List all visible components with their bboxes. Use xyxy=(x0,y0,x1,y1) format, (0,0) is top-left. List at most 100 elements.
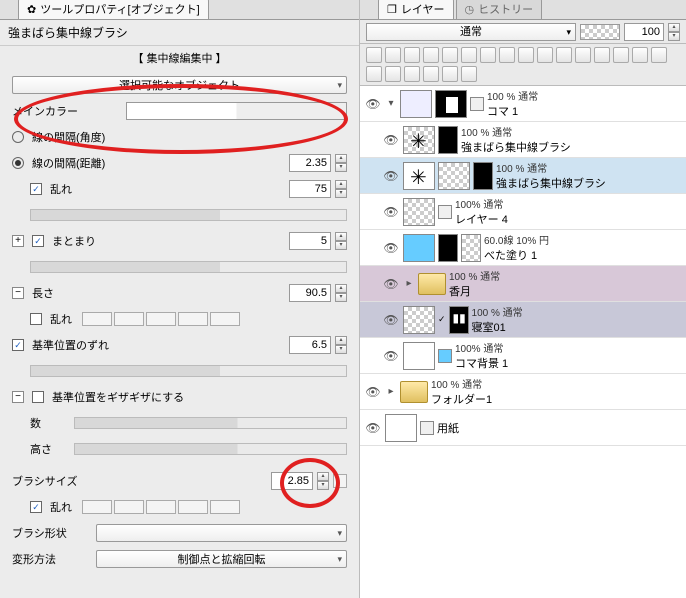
layer-thumbnail xyxy=(385,414,417,442)
fold-toggle[interactable]: ▸ xyxy=(385,386,397,397)
gap-dist-spinner[interactable]: ▴▾ xyxy=(335,154,347,172)
brush-preset[interactable] xyxy=(178,500,208,514)
toolbar-icon[interactable] xyxy=(461,47,477,63)
toolbar-icon[interactable] xyxy=(404,66,420,82)
frame-icon xyxy=(470,97,484,111)
tab-history[interactable]: ◷ ヒストリー xyxy=(456,0,543,19)
brush-size-value[interactable]: 2.85 xyxy=(271,472,313,490)
basepos-value[interactable]: 6.5 xyxy=(289,336,331,354)
length-spinner[interactable]: ▴▾ xyxy=(335,284,347,302)
trash-icon[interactable] xyxy=(461,66,477,82)
toolbar-icon[interactable] xyxy=(594,47,610,63)
midare1-spinner[interactable]: ▴▾ xyxy=(335,180,347,198)
toolbar-icon[interactable] xyxy=(537,47,553,63)
layer-row[interactable]: 👁 100 % 通常強まばら集中線ブラシ xyxy=(360,122,686,158)
length-expander[interactable]: − xyxy=(12,287,24,299)
brush-preset[interactable] xyxy=(82,500,112,514)
selectable-objects-dropdown[interactable]: 選択可能なオブジェクト xyxy=(12,76,347,94)
brush-size-extra[interactable] xyxy=(333,474,347,488)
eye-icon[interactable]: 👁 xyxy=(382,169,400,183)
length-preset[interactable] xyxy=(210,312,240,326)
gap-dist-value[interactable]: 2.35 xyxy=(289,154,331,172)
basepos-slider[interactable] xyxy=(30,365,347,377)
blend-mode-dropdown[interactable]: 通常 xyxy=(366,23,576,41)
toolbar-icon[interactable] xyxy=(385,47,401,63)
midare1-slider[interactable] xyxy=(30,209,347,221)
toolbar-icon[interactable] xyxy=(366,66,382,82)
layer-row[interactable]: 👁 用紙 xyxy=(360,410,686,446)
toolbar-icon[interactable] xyxy=(480,47,496,63)
jaggy-expander[interactable]: − xyxy=(12,391,24,403)
toolbar-icon[interactable] xyxy=(366,47,382,63)
gap-dist-radio[interactable] xyxy=(12,157,24,169)
toolbar-icon[interactable] xyxy=(442,66,458,82)
layer-thumbnail xyxy=(438,162,470,190)
eye-icon[interactable]: 👁 xyxy=(382,205,400,219)
midare1-checkbox[interactable] xyxy=(30,183,42,195)
toolbar-icon[interactable] xyxy=(518,47,534,63)
eye-icon[interactable]: 👁 xyxy=(364,97,382,111)
eye-icon[interactable]: 👁 xyxy=(364,421,382,435)
eye-icon[interactable]: 👁 xyxy=(364,385,382,399)
brush-shape-dropdown[interactable] xyxy=(96,524,347,542)
layer-row[interactable]: 👁 ▾ 100 % 通常コマ 1 xyxy=(360,86,686,122)
toolbar-icon[interactable] xyxy=(632,47,648,63)
tab-tool-property[interactable]: ✿ ツールプロパティ[オブジェクト] xyxy=(18,0,209,19)
brush-preset[interactable] xyxy=(210,500,240,514)
layer-row[interactable]: 👁 100% 通常コマ背景 1 xyxy=(360,338,686,374)
layer-row[interactable]: 👁 ✓ ▮▮ 100 % 通常寝室01 xyxy=(360,302,686,338)
layer-row[interactable]: 👁 60.0線 10% 円べた塗り 1 xyxy=(360,230,686,266)
length-preset[interactable] xyxy=(114,312,144,326)
eye-icon[interactable]: 👁 xyxy=(382,313,400,327)
gap-angle-radio[interactable] xyxy=(12,131,24,143)
deform-label: 変形方法 xyxy=(12,551,92,567)
jaggy-num-slider[interactable] xyxy=(74,417,347,429)
length-preset[interactable] xyxy=(146,312,176,326)
deform-dropdown[interactable]: 制御点と拡縮回転 xyxy=(96,550,347,568)
jaggy-height-slider[interactable] xyxy=(74,443,347,455)
matomari-spinner[interactable]: ▴▾ xyxy=(335,232,347,250)
brush-preset[interactable] xyxy=(146,500,176,514)
fold-toggle[interactable]: ▸ xyxy=(403,278,415,289)
opacity-spinner[interactable]: ▴▾ xyxy=(668,23,680,41)
toolbar-icon[interactable] xyxy=(613,47,629,63)
toolbar-icon[interactable] xyxy=(499,47,515,63)
midare3-checkbox[interactable] xyxy=(30,501,42,513)
toolbar-icon[interactable] xyxy=(423,66,439,82)
jaggy-checkbox[interactable] xyxy=(32,391,44,403)
tab-layers[interactable]: ❐ レイヤー xyxy=(378,0,454,19)
matomari-value[interactable]: 5 xyxy=(289,232,331,250)
layer-thumbnail xyxy=(403,342,435,370)
basepos-spinner[interactable]: ▴▾ xyxy=(335,336,347,354)
eye-icon[interactable]: 👁 xyxy=(382,277,400,291)
layer-mask xyxy=(438,234,458,262)
opacity-value[interactable]: 100 xyxy=(624,23,664,41)
toolbar-icon[interactable] xyxy=(442,47,458,63)
toolbar-icon[interactable] xyxy=(575,47,591,63)
layer-row[interactable]: 👁 ▸ 100 % 通常フォルダー1 xyxy=(360,374,686,410)
eye-icon[interactable]: 👁 xyxy=(382,349,400,363)
main-color-field[interactable] xyxy=(126,102,347,120)
length-value[interactable]: 90.5 xyxy=(289,284,331,302)
midare1-value[interactable]: 75 xyxy=(289,180,331,198)
midare2-checkbox[interactable] xyxy=(30,313,42,325)
toolbar-icon[interactable] xyxy=(404,47,420,63)
basepos-checkbox[interactable] xyxy=(12,339,24,351)
brush-size-spinner[interactable]: ▴▾ xyxy=(317,472,329,490)
layer-row-selected[interactable]: 👁 100 % 通常強まばら集中線ブラシ xyxy=(360,158,686,194)
matomari-expander[interactable]: + xyxy=(12,235,24,247)
layer-row[interactable]: 👁 100% 通常レイヤー 4 xyxy=(360,194,686,230)
toolbar-icon[interactable] xyxy=(385,66,401,82)
eye-icon[interactable]: 👁 xyxy=(382,241,400,255)
layer-row[interactable]: 👁 ▸ 100 % 通常香月 xyxy=(360,266,686,302)
matomari-slider[interactable] xyxy=(30,261,347,273)
eye-icon[interactable]: 👁 xyxy=(382,133,400,147)
brush-preset[interactable] xyxy=(114,500,144,514)
length-preset[interactable] xyxy=(178,312,208,326)
length-preset[interactable] xyxy=(82,312,112,326)
toolbar-icon[interactable] xyxy=(423,47,439,63)
toolbar-icon[interactable] xyxy=(556,47,572,63)
toolbar-icon[interactable] xyxy=(651,47,667,63)
matomari-checkbox[interactable] xyxy=(32,235,44,247)
fold-toggle[interactable]: ▾ xyxy=(385,98,397,109)
